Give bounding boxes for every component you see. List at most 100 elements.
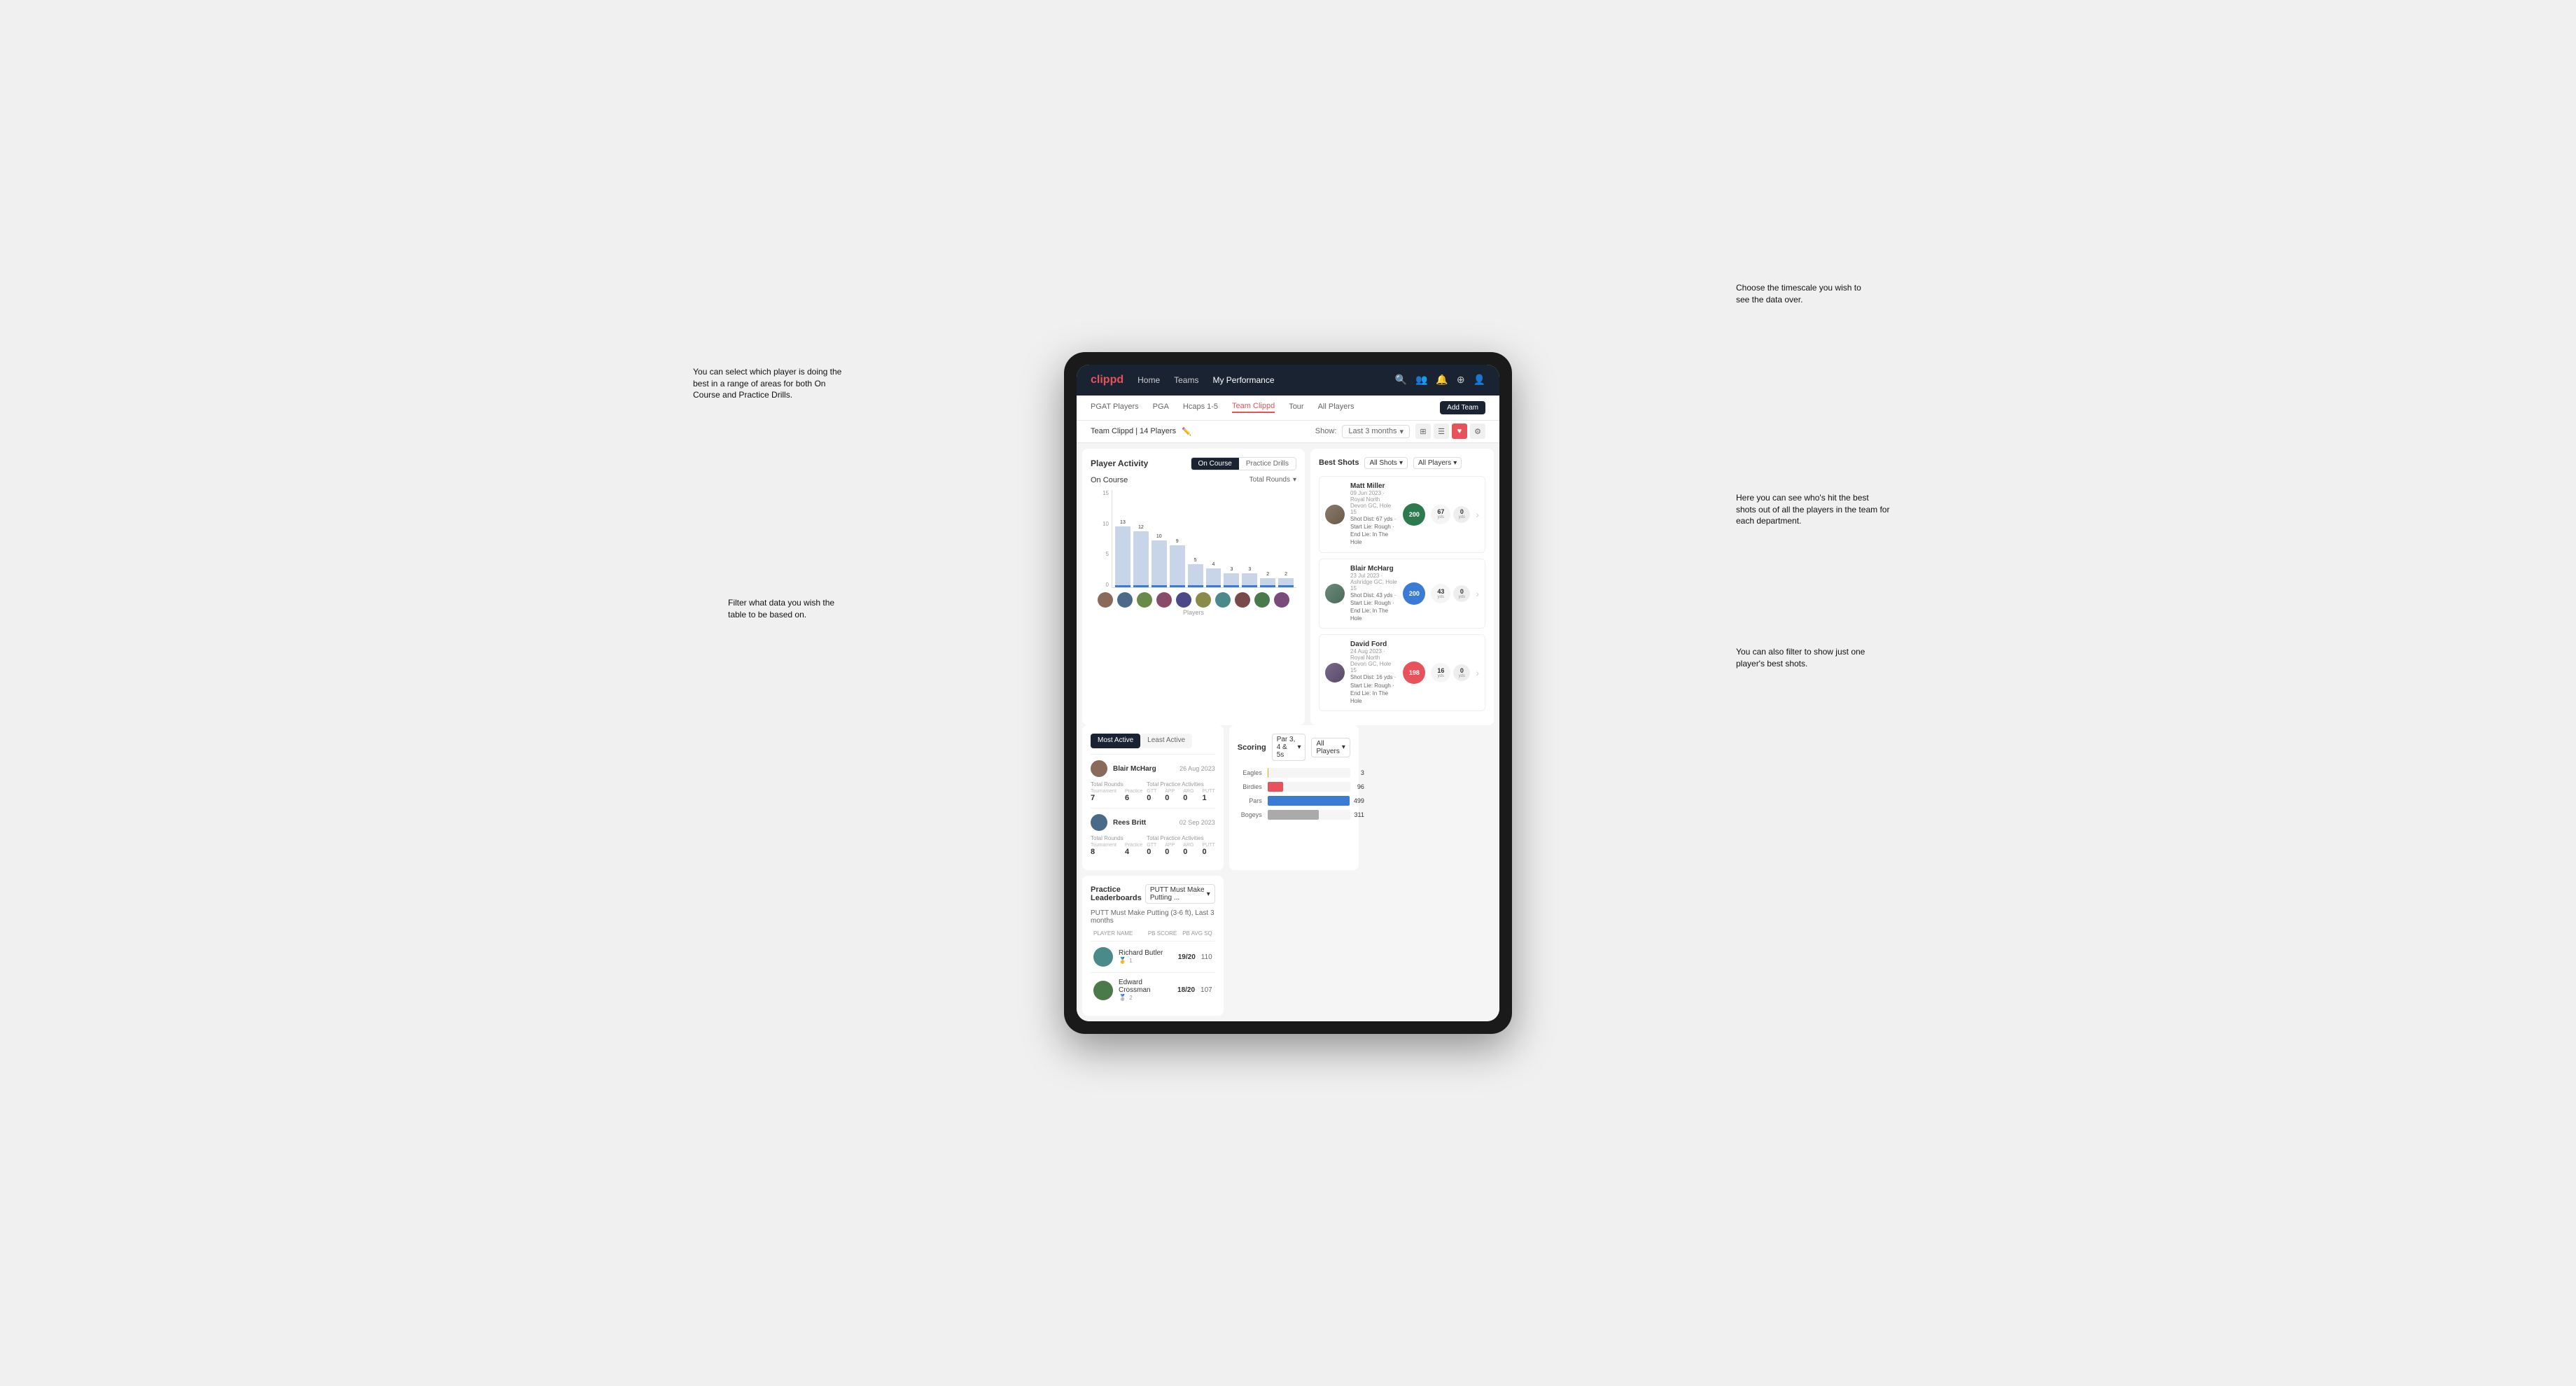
apc-stats-0: Total Rounds Tournament 7 Practice 6 [1091,781,1215,802]
shot-card-matt-miller[interactable]: Matt Miller 09 Jun 2023 · Royal North De… [1319,476,1485,553]
active-player-card-0[interactable]: Blair McHarg 26 Aug 2023 Total Rounds To… [1091,754,1215,808]
show-label: Show: [1315,427,1337,435]
on-course-tab[interactable]: On Course [1191,458,1239,470]
activity-tab-pills: On Course Practice Drills [1191,457,1296,470]
chart-label: On Course [1091,476,1128,484]
scoring-row-eagles: Eagles 3 [1238,768,1350,778]
nav-home[interactable]: Home [1138,375,1160,385]
scoring-header: Scoring Par 3, 4 & 5s ▾ All Players ▾ [1238,734,1350,761]
grid-view-icon[interactable]: ⊞ [1415,424,1431,439]
avatar-b-mcharg[interactable] [1098,592,1113,608]
sub-nav-tour[interactable]: Tour [1289,402,1303,412]
list-view-icon[interactable]: ☰ [1434,424,1449,439]
search-icon[interactable]: 🔍 [1395,374,1407,386]
shot-stat-1: 43 yds 0 yds [1431,584,1470,603]
chevron-down-icon: ▾ [1297,743,1301,751]
bar-m-miller: 3 [1242,567,1257,587]
nav-icons: 🔍 👥 🔔 ⊕ 👤 [1395,374,1485,386]
scoring-label-bogeys: Bogeys [1238,811,1262,818]
chevron-down-icon: ▾ [1453,459,1457,467]
chart-sub-header: On Course Total Rounds ▾ [1091,476,1296,484]
col-pb-score: PB SCORE [1148,930,1177,937]
least-active-tab[interactable]: Least Active [1140,734,1192,748]
leaderboard-row-1[interactable]: Edward Crossman 🥈 2 18/20 107 [1091,972,1215,1007]
avatar-g-billingham[interactable] [1196,592,1211,608]
practice-dropdown[interactable]: PUTT Must Make Putting ... ▾ [1145,884,1215,904]
sub-nav-team-clippd[interactable]: Team Clippd [1232,402,1275,413]
lb-player-sub-0: 🥇 1 [1119,957,1172,965]
avatar-r-britt[interactable] [1117,592,1133,608]
apc-stats-1: Total Rounds Tournament 8 Practice 4 [1091,835,1215,856]
settings-view-icon[interactable]: ⚙ [1470,424,1485,439]
bell-icon[interactable]: 🔔 [1436,374,1448,386]
avatar-e-crossman[interactable] [1254,592,1270,608]
sub-nav-all-players[interactable]: All Players [1318,402,1354,412]
shot-badge-0: 200 [1403,503,1425,526]
bar-g-billingham: 4 [1206,562,1222,587]
nav-teams[interactable]: Teams [1174,375,1198,385]
users-icon[interactable]: 👥 [1415,374,1427,386]
lb-player-info-1: Edward Crossman 🥈 2 [1119,979,1172,1002]
bar-j-coles: 9 [1170,539,1185,587]
sub-nav: PGAT Players PGA Hcaps 1-5 Team Clippd T… [1077,396,1499,421]
best-shots-title: Best Shots [1319,458,1359,467]
chevron-down-icon: ▾ [1293,476,1296,484]
scoring-label-pars: Pars [1238,797,1262,804]
shot-card-blair-mcharg[interactable]: Blair McHarg 23 Jul 2023 · Ashridge GC, … [1319,559,1485,629]
avatar-d-ford[interactable] [1137,592,1152,608]
chevron-down-icon: ▾ [1399,459,1403,467]
heart-view-icon[interactable]: ♥ [1452,424,1467,439]
user-avatar-icon[interactable]: 👤 [1474,374,1485,386]
apc-practice-row-0: GTT 0 APP 0 ARG 0 [1147,789,1214,802]
sub-nav-pga[interactable]: PGA [1153,402,1169,412]
apc-header-1: Rees Britt 02 Sep 2023 [1091,814,1215,831]
chevron-right-icon: › [1476,667,1479,678]
bar-e-ebert: 5 [1188,558,1203,587]
bar-r-britt: 12 [1133,525,1149,587]
avatar-e-ebert[interactable] [1176,592,1191,608]
show-dropdown[interactable]: Last 3 months ▾ [1342,425,1410,438]
players-x-label: Players [1091,609,1296,616]
avatar-m-miller[interactable] [1235,592,1250,608]
shot-player-detail-1: 23 Jul 2023 · Ashridge GC, Hole 15 [1350,573,1397,592]
chevron-down-icon: ▾ [1399,427,1404,436]
player-activity-title: Player Activity [1091,458,1148,468]
active-player-card-1[interactable]: Rees Britt 02 Sep 2023 Total Rounds Tour… [1091,808,1215,862]
scoring-title: Scoring [1238,743,1266,752]
all-players-dropdown[interactable]: All Players ▾ [1413,457,1462,469]
avatar-r-butler[interactable] [1215,592,1231,608]
shot-avatar-matt-miller [1325,505,1345,524]
trophy-icon-1: 🥈 [1119,994,1126,1002]
leaderboard-row-0[interactable]: Richard Butler 🥇 1 19/20 110 [1091,941,1215,972]
apc-practice-group-0: Total Practice Activities GTT 0 APP 0 [1147,781,1214,802]
sub-nav-pgat[interactable]: PGAT Players [1091,402,1139,412]
scoring-par-dropdown[interactable]: Par 3, 4 & 5s ▾ [1272,734,1306,761]
add-team-button[interactable]: Add Team [1440,401,1485,414]
nav-performance[interactable]: My Performance [1212,375,1274,385]
scoring-bar-birdies: 96 [1268,782,1350,792]
plus-circle-icon[interactable]: ⊕ [1457,374,1465,386]
chart-dropdown[interactable]: Total Rounds ▾ [1250,476,1296,484]
shot-player-name-0: Matt Miller [1350,482,1397,490]
stat-bubble-0: 67 yds [1431,505,1450,524]
scoring-bar-pars: 499 [1268,796,1350,806]
lb-avatar-1 [1093,981,1113,1000]
sub-nav-hcaps[interactable]: Hcaps 1-5 [1183,402,1218,412]
lb-player-sub-1: 🥈 2 [1119,994,1172,1002]
all-shots-dropdown[interactable]: All Shots ▾ [1364,457,1408,469]
player-avatars [1091,588,1296,608]
apc-name-1: Rees Britt [1113,819,1174,827]
scoring-players-dropdown[interactable]: All Players ▾ [1311,738,1350,757]
avatar-j-coles[interactable] [1156,592,1172,608]
shot-details-2: Shot Dist: 16 yds · Start Lie: Rough · E… [1350,673,1397,705]
avatar-l-robertson[interactable] [1274,592,1289,608]
most-active-tab[interactable]: Most Active [1091,734,1140,748]
practice-drills-tab[interactable]: Practice Drills [1239,458,1296,470]
edit-icon[interactable]: ✏️ [1182,427,1191,436]
tablet-screen: clippd Home Teams My Performance 🔍 👥 🔔 ⊕… [1077,365,1499,1021]
shot-card-david-ford[interactable]: David Ford 24 Aug 2023 · Royal North Dev… [1319,634,1485,711]
apc-header-0: Blair McHarg 26 Aug 2023 [1091,760,1215,777]
practice-sub-title: PUTT Must Make Putting (3-6 ft), Last 3 … [1091,909,1215,925]
practice-header: Practice Leaderboards PUTT Must Make Put… [1091,884,1215,904]
stat-zero-2: 0 yds [1453,664,1470,681]
